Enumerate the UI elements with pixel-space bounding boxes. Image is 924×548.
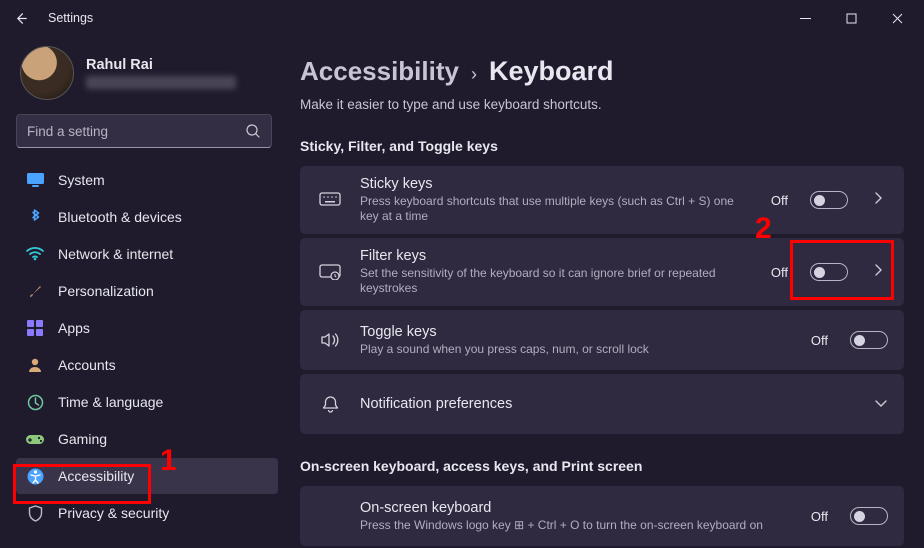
sidebar-item-accounts[interactable]: Accounts — [16, 347, 278, 383]
page-title: Keyboard — [489, 56, 614, 87]
sidebar-item-bluetooth[interactable]: Bluetooth & devices — [16, 199, 278, 235]
sidebar-item-label: Gaming — [58, 431, 107, 447]
toggle-state-label: Off — [771, 193, 788, 208]
brush-icon — [26, 282, 44, 300]
card-description: Press the Windows logo key ⊞ + Ctrl + O … — [360, 518, 793, 533]
sidebar-item-label: Accessibility — [58, 468, 134, 484]
notification-preferences-card[interactable]: Notification preferences — [300, 374, 904, 434]
arrow-left-icon — [14, 11, 29, 26]
maximize-icon — [846, 13, 857, 24]
sidebar-item-apps[interactable]: Apps — [16, 310, 278, 346]
user-name: Rahul Rai — [86, 57, 236, 73]
toggle-keys-toggle[interactable] — [850, 331, 888, 349]
toggle-keys-card[interactable]: Toggle keys Play a sound when you press … — [300, 310, 904, 370]
keyboard-icon — [318, 192, 342, 208]
nav-list: System Bluetooth & devices Network & int… — [16, 162, 278, 531]
sidebar-item-time-language[interactable]: Time & language — [16, 384, 278, 420]
card-title: Notification preferences — [360, 396, 848, 412]
on-screen-keyboard-toggle[interactable] — [850, 507, 888, 525]
sound-icon — [318, 332, 342, 348]
card-title: Filter keys — [360, 248, 753, 264]
maximize-button[interactable] — [828, 3, 874, 33]
sidebar-item-gaming[interactable]: Gaming — [16, 421, 278, 457]
filter-keys-toggle[interactable] — [810, 263, 848, 281]
filter-keys-card[interactable]: Filter keys Set the sensitivity of the k… — [300, 238, 904, 306]
sidebar-item-system[interactable]: System — [16, 162, 278, 198]
avatar — [20, 46, 74, 100]
title-bar: Settings — [0, 0, 924, 36]
wifi-icon — [26, 245, 44, 263]
section-heading: Sticky, Filter, and Toggle keys — [300, 138, 904, 154]
search-input[interactable] — [27, 124, 245, 139]
card-description: Play a sound when you press caps, num, o… — [360, 342, 793, 357]
chevron-right-icon[interactable] — [874, 263, 888, 282]
on-screen-keyboard-card[interactable]: On-screen keyboard Press the Windows log… — [300, 486, 904, 546]
system-icon — [26, 171, 44, 189]
accessibility-icon — [26, 467, 44, 485]
chevron-right-icon[interactable] — [874, 191, 888, 210]
window-title: Settings — [48, 11, 93, 25]
card-title: Toggle keys — [360, 324, 793, 340]
apps-icon — [26, 319, 44, 337]
search-box[interactable] — [16, 114, 272, 148]
chevron-down-icon[interactable] — [874, 395, 888, 413]
breadcrumb: Accessibility › Keyboard — [300, 56, 904, 87]
gaming-icon — [26, 430, 44, 448]
section-heading: On-screen keyboard, access keys, and Pri… — [300, 458, 904, 474]
bell-icon — [318, 395, 342, 414]
person-icon — [26, 356, 44, 374]
sidebar-item-label: System — [58, 172, 105, 188]
card-title: Sticky keys — [360, 176, 753, 192]
user-account[interactable]: Rahul Rai — [20, 46, 278, 100]
back-button[interactable] — [12, 11, 30, 26]
search-icon — [245, 123, 261, 139]
card-title: On-screen keyboard — [360, 500, 793, 516]
toggle-state-label: Off — [811, 333, 828, 348]
clock-globe-icon — [26, 393, 44, 411]
toggle-state-label: Off — [811, 509, 828, 524]
minimize-button[interactable] — [782, 3, 828, 33]
close-icon — [892, 13, 903, 24]
user-email-redacted — [86, 76, 236, 89]
chevron-right-icon: › — [471, 64, 477, 85]
sidebar-item-label: Personalization — [58, 283, 154, 299]
card-description: Press keyboard shortcuts that use multip… — [360, 194, 753, 224]
page-subtitle: Make it easier to type and use keyboard … — [300, 97, 904, 112]
breadcrumb-parent[interactable]: Accessibility — [300, 56, 459, 87]
sidebar-item-label: Time & language — [58, 394, 163, 410]
sidebar-item-label: Accounts — [58, 357, 116, 373]
bluetooth-icon — [26, 208, 44, 226]
keyboard-filter-icon — [318, 264, 342, 280]
toggle-state-label: Off — [771, 265, 788, 280]
sidebar-item-network[interactable]: Network & internet — [16, 236, 278, 272]
main-content: Accessibility › Keyboard Make it easier … — [288, 36, 924, 548]
sidebar-item-label: Apps — [58, 320, 90, 336]
shield-icon — [26, 504, 44, 522]
sidebar-item-accessibility[interactable]: Accessibility — [16, 458, 278, 494]
sidebar-item-privacy[interactable]: Privacy & security — [16, 495, 278, 531]
close-button[interactable] — [874, 3, 920, 33]
minimize-icon — [800, 13, 811, 24]
sidebar-item-label: Network & internet — [58, 246, 173, 262]
sidebar: Rahul Rai System Bluetooth & devices Net… — [0, 36, 288, 548]
sticky-keys-toggle[interactable] — [810, 191, 848, 209]
sidebar-item-label: Privacy & security — [58, 505, 169, 521]
card-description: Set the sensitivity of the keyboard so i… — [360, 266, 753, 296]
sidebar-item-personalization[interactable]: Personalization — [16, 273, 278, 309]
sticky-keys-card[interactable]: Sticky keys Press keyboard shortcuts tha… — [300, 166, 904, 234]
sidebar-item-label: Bluetooth & devices — [58, 209, 182, 225]
